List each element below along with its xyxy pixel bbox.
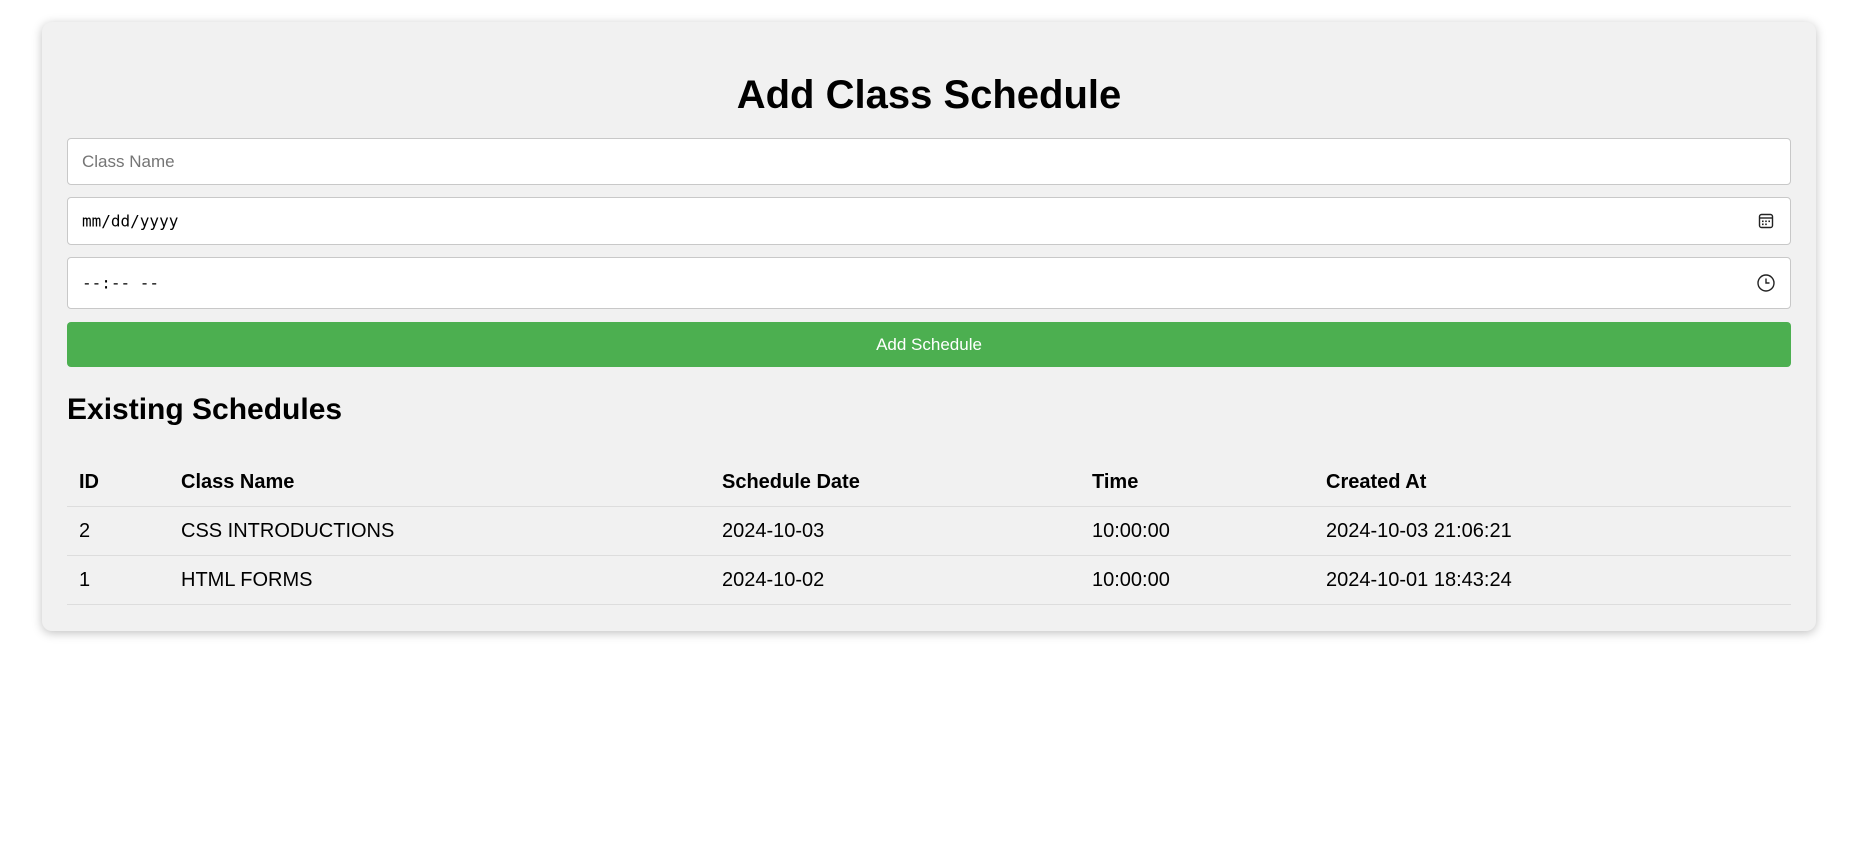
- column-header-id: ID: [67, 458, 169, 507]
- column-header-time: Time: [1080, 458, 1314, 507]
- cell-time: 10:00:00: [1080, 555, 1314, 605]
- cell-created-at: 2024-10-03 21:06:21: [1314, 506, 1791, 556]
- class-name-input[interactable]: [68, 139, 1790, 184]
- schedules-table: ID Class Name Schedule Date Time Created…: [67, 458, 1791, 605]
- add-schedule-button[interactable]: Add Schedule: [67, 322, 1791, 367]
- page-title: Add Class Schedule: [736, 73, 1122, 117]
- class-name-field[interactable]: [67, 138, 1791, 185]
- cell-schedule-date: 2024-10-03: [710, 506, 1080, 556]
- schedule-date-field[interactable]: mm/dd/yyyy: [67, 197, 1791, 245]
- table-row: 1 HTML FORMS 2024-10-02 10:00:00 2024-10…: [67, 555, 1791, 605]
- date-placeholder[interactable]: mm/dd/yyyy: [82, 212, 178, 231]
- schedule-time-field[interactable]: --:-- --: [67, 257, 1791, 309]
- cell-created-at: 2024-10-01 18:43:24: [1314, 555, 1791, 605]
- calendar-icon[interactable]: [1756, 211, 1776, 231]
- cell-class-name: CSS INTRODUCTIONS: [169, 506, 710, 556]
- column-header-schedule-date: Schedule Date: [710, 458, 1080, 507]
- table-row: 2 CSS INTRODUCTIONS 2024-10-03 10:00:00 …: [67, 506, 1791, 556]
- column-header-created-at: Created At: [1314, 458, 1791, 507]
- table-header-row: ID Class Name Schedule Date Time Created…: [67, 458, 1791, 507]
- cell-id: 2: [67, 506, 169, 556]
- cell-id: 1: [67, 555, 169, 605]
- cell-schedule-date: 2024-10-02: [710, 555, 1080, 605]
- column-header-class-name: Class Name: [169, 458, 710, 507]
- clock-icon[interactable]: [1756, 273, 1776, 293]
- cell-time: 10:00:00: [1080, 506, 1314, 556]
- existing-schedules-heading: Existing Schedules: [67, 393, 343, 426]
- schedule-card: Add Class Schedule mm/dd/yyyy --:-- -- A…: [42, 22, 1816, 631]
- cell-class-name: HTML FORMS: [169, 555, 710, 605]
- time-placeholder[interactable]: --:-- --: [82, 274, 159, 293]
